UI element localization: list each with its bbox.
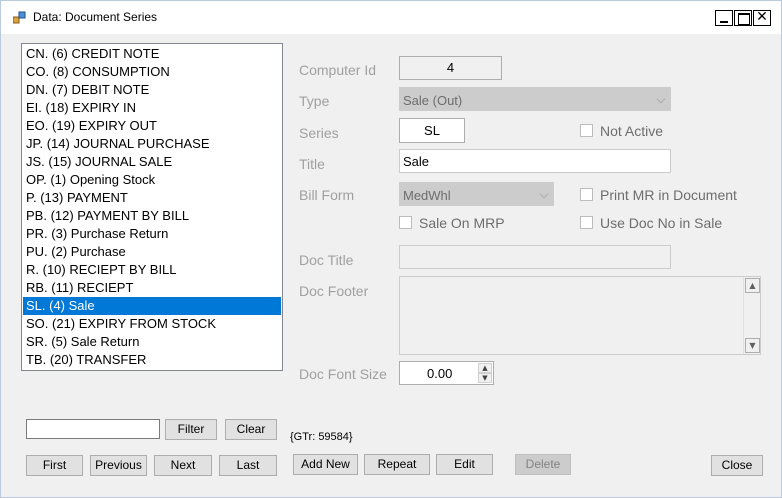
edit-button[interactable]: Edit	[436, 454, 493, 475]
repeat-button[interactable]: Repeat	[364, 454, 430, 475]
clear-button[interactable]: Clear	[225, 419, 277, 440]
list-item[interactable]: PB. (12) PAYMENT BY BILL	[23, 207, 281, 225]
use-doc-no-checkbox[interactable]	[580, 216, 593, 229]
spin-down-icon[interactable]: ▼	[478, 373, 492, 383]
doc-font-size-label: Doc Font Size	[299, 366, 387, 382]
doc-footer-textarea[interactable]: ▲ ▼	[399, 276, 761, 355]
list-item[interactable]: SR. (5) Sale Return	[23, 333, 281, 351]
app-icon	[13, 11, 26, 24]
sale-on-mrp-checkbox[interactable]	[399, 216, 412, 229]
minimize-button[interactable]	[715, 10, 733, 26]
document-series-window: Data: Document Series ✕ CN. (6) CREDIT N…	[0, 0, 782, 498]
type-select[interactable]: Sale (Out)	[399, 87, 671, 111]
type-value: Sale (Out)	[403, 93, 463, 108]
window-title: Data: Document Series	[33, 10, 158, 24]
list-item[interactable]: DN. (7) DEBIT NOTE	[23, 81, 281, 99]
chevron-down-icon	[539, 189, 549, 199]
close-button[interactable]: Close	[711, 455, 763, 476]
list-item[interactable]: SO. (21) EXPIRY FROM STOCK	[23, 315, 281, 333]
list-item[interactable]: PU. (2) Purchase	[23, 243, 281, 261]
series-listbox[interactable]: CN. (6) CREDIT NOTE CO. (8) CONSUMPTION DN…	[21, 43, 283, 371]
sale-on-mrp-label: Sale On MRP	[419, 215, 505, 231]
scroll-up-icon[interactable]: ▲	[745, 278, 760, 293]
list-item[interactable]: SL. (4) Sale	[23, 297, 281, 315]
use-doc-no-label: Use Doc No in Sale	[600, 215, 723, 231]
list-item[interactable]: CN. (6) CREDIT NOTE	[23, 45, 281, 63]
bill-form-label: Bill Form	[299, 187, 355, 203]
title-label: Title	[299, 156, 325, 172]
close-window-button[interactable]: ✕	[753, 10, 771, 26]
list-item[interactable]: RB. (11) RECIEPT	[23, 279, 281, 297]
chevron-down-icon	[656, 94, 666, 104]
next-button[interactable]: Next	[154, 455, 212, 476]
previous-button[interactable]: Previous	[90, 455, 147, 476]
doc-footer-label: Doc Footer	[299, 283, 369, 299]
print-mr-label: Print MR in Document	[600, 187, 737, 203]
doc-title-label: Doc Title	[299, 252, 354, 268]
maximize-button[interactable]	[734, 10, 752, 26]
first-button[interactable]: First	[26, 455, 83, 476]
bill-form-select[interactable]: MedWhl	[399, 182, 554, 206]
type-label: Type	[299, 93, 330, 109]
list-item[interactable]: EI. (18) EXPIRY IN	[23, 99, 281, 117]
spin-up-icon[interactable]: ▲	[478, 363, 492, 373]
list-item[interactable]: CO. (8) CONSUMPTION	[23, 63, 281, 81]
filter-button[interactable]: Filter	[165, 419, 217, 440]
series-field[interactable]: SL	[399, 118, 465, 143]
scroll-down-icon[interactable]: ▼	[745, 338, 760, 353]
filter-input[interactable]	[26, 419, 160, 439]
print-mr-checkbox[interactable]	[580, 188, 593, 201]
bill-form-value: MedWhl	[403, 188, 451, 203]
computer-id-label: Computer Id	[299, 62, 377, 78]
list-item[interactable]: EO. (19) EXPIRY OUT	[23, 117, 281, 135]
add-new-button[interactable]: Add New	[293, 454, 358, 475]
list-item[interactable]: PR. (3) Purchase Return	[23, 225, 281, 243]
last-button[interactable]: Last	[219, 455, 277, 476]
title-bar[interactable]: Data: Document Series ✕	[1, 1, 781, 34]
computer-id-field[interactable]: 4	[399, 56, 502, 80]
list-item[interactable]: P. (13) PAYMENT	[23, 189, 281, 207]
gtr-status: {GTr: 59584}	[290, 431, 353, 443]
not-active-label: Not Active	[600, 123, 664, 139]
doc-font-size-stepper[interactable]: 0.00 ▲ ▼	[399, 361, 494, 385]
list-item[interactable]: R. (10) RECIEPT BY BILL	[23, 261, 281, 279]
list-item[interactable]: JS. (15) JOURNAL SALE	[23, 153, 281, 171]
list-item[interactable]: OP. (1) Opening Stock	[23, 171, 281, 189]
doc-title-input[interactable]	[399, 245, 671, 269]
list-item[interactable]: TB. (20) TRANSFER	[23, 351, 281, 369]
delete-button[interactable]: Delete	[515, 454, 571, 475]
title-value: Sale	[403, 154, 430, 169]
doc-font-size-value: 0.00	[427, 366, 453, 381]
series-label: Series	[299, 125, 339, 141]
list-item[interactable]: JP. (14) JOURNAL PURCHASE	[23, 135, 281, 153]
not-active-checkbox[interactable]	[580, 124, 593, 137]
doc-footer-scrollbar[interactable]: ▲ ▼	[743, 277, 760, 354]
title-input[interactable]: Sale	[399, 149, 671, 173]
